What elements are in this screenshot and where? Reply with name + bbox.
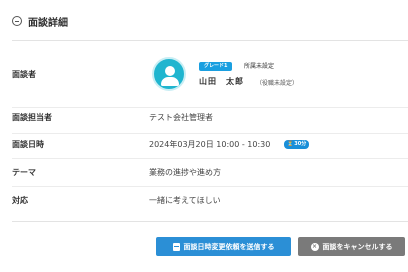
interviewee-label: 面談者: [12, 70, 36, 79]
cancel-interview-button[interactable]: × 面談をキャンセルする: [298, 237, 405, 256]
minus-circle-icon[interactable]: [12, 16, 22, 26]
cancel-label: 面談をキャンセルする: [322, 242, 393, 251]
request-change-label: 面談日時変更依頼を送信する: [183, 242, 275, 251]
row-interviewee: 面談者: [12, 41, 408, 108]
datetime-label: 面談日時: [12, 140, 44, 149]
staff-value: テスト会社管理者: [149, 113, 213, 122]
role-text: （役職未設定）: [256, 80, 299, 87]
duration-badge: ⏳ 30分: [284, 140, 310, 149]
interviewee-name: 山田 太郎: [199, 77, 244, 86]
x-circle-icon: ×: [310, 242, 319, 251]
hourglass-icon: ⏳: [287, 141, 294, 147]
document-icon: [172, 242, 180, 251]
grade-badge: グレード1: [199, 62, 233, 71]
staff-label: 面談担当者: [12, 113, 52, 122]
response-value: 一緒に考えてほしい: [149, 196, 221, 205]
row-staff: 面談担当者 テスト会社管理者: [12, 107, 408, 134]
footer-divider: [12, 221, 408, 222]
theme-label: テーマ: [12, 168, 36, 177]
section-header[interactable]: 面談詳細: [12, 12, 68, 30]
datetime-value: 2024年03月20日 10:00 - 10:30: [149, 140, 271, 149]
row-response: 対応 一緒に考えてほしい: [12, 186, 408, 216]
section-title: 面談詳細: [28, 17, 68, 29]
department-text: 所属未設定: [244, 63, 275, 70]
row-datetime: 面談日時 2024年03月20日 10:00 - 10:30: [12, 133, 408, 159]
response-label: 対応: [12, 196, 28, 205]
theme-value: 業務の進捗や進め方: [149, 168, 221, 177]
user-avatar-icon: [152, 57, 186, 91]
duration-text: 30分: [294, 141, 307, 147]
row-theme: テーマ 業務の進捗や進め方: [12, 158, 408, 187]
request-change-button[interactable]: 面談日時変更依頼を送信する: [156, 237, 291, 256]
